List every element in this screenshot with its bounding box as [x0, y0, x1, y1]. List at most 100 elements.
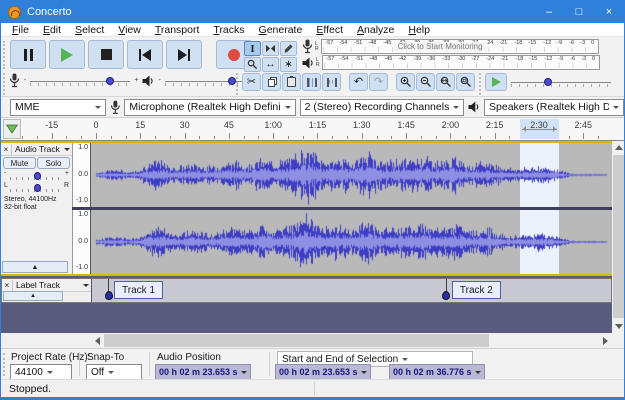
menu-edit[interactable]: Edit: [36, 24, 68, 36]
redo-button[interactable]: ↷: [369, 73, 388, 91]
zoom-tool-button[interactable]: [244, 57, 261, 72]
gain-thumb[interactable]: [34, 172, 41, 180]
collapse-track-button[interactable]: ▲: [2, 261, 68, 273]
monitoring-hint[interactable]: Click to Start Monitoring: [394, 42, 487, 51]
solo-button[interactable]: Solo: [37, 157, 70, 169]
zoom-out-button[interactable]: [416, 73, 435, 91]
playback-volume-thumb[interactable]: [228, 77, 236, 85]
selection-tool-button[interactable]: I: [244, 41, 261, 56]
playback-device-select[interactable]: Speakers (Realtek High Definiti: [484, 99, 624, 116]
mixer-toolbar-grip[interactable]: [3, 73, 6, 95]
recording-volume-slider[interactable]: [30, 75, 130, 87]
timeline-ruler[interactable]: -1501530451:001:151:301:452:002:152:302:…: [1, 118, 624, 141]
recording-volume-thumb[interactable]: [106, 77, 114, 85]
scroll-left-arrow[interactable]: [91, 333, 104, 348]
multi-tool-button[interactable]: ∗: [280, 57, 297, 72]
skip-to-end-button[interactable]: [166, 40, 202, 69]
zoom-in-button[interactable]: [396, 73, 415, 91]
envelope-tool-button[interactable]: [262, 41, 279, 56]
playback-volume-slider[interactable]: [165, 75, 253, 87]
paste-icon: [287, 77, 296, 87]
recording-meter-scale[interactable]: -57-54-51-48-45-42-39-36-33-30-27-24-21-…: [321, 39, 599, 54]
mute-button[interactable]: Mute: [3, 157, 36, 169]
selection-end-field[interactable]: 00 h 02 m 36.776 s: [389, 364, 485, 380]
recording-device-select[interactable]: Microphone (Realtek High Defini: [124, 99, 295, 116]
selection-toolbar-grip[interactable]: [3, 353, 6, 376]
audio-track-title[interactable]: Audio Track: [12, 144, 64, 154]
vertical-scrollbar[interactable]: [612, 141, 625, 333]
fit-selection-button[interactable]: [436, 73, 455, 91]
fit-project-button[interactable]: [456, 73, 475, 91]
audio-host-select[interactable]: MME: [10, 99, 106, 116]
menu-analyze[interactable]: Analyze: [350, 24, 401, 36]
copy-button[interactable]: [262, 73, 281, 91]
playback-speed-thumb[interactable]: [544, 78, 552, 86]
track-area[interactable]: × Audio Track Mute Solo - + L R: [1, 141, 612, 333]
label-text-box[interactable]: Track 2: [452, 281, 501, 299]
maximize-button[interactable]: □: [564, 1, 594, 23]
stop-button[interactable]: [88, 40, 124, 69]
playback-meter[interactable]: LR -57-54-51-48-45-42-39-36-33-30-27-24-…: [302, 55, 600, 70]
menu-view[interactable]: View: [111, 24, 148, 36]
close-track-button[interactable]: ×: [2, 280, 13, 291]
label-text-box[interactable]: Track 1: [114, 281, 163, 299]
pan-slider[interactable]: L R: [4, 182, 69, 194]
label-pin-icon[interactable]: [105, 291, 113, 300]
label-track-title[interactable]: Label Track: [13, 280, 83, 290]
label-track-content[interactable]: Track 1 Track 2: [91, 279, 611, 302]
playback-speed-slider[interactable]: [511, 76, 611, 88]
paste-button[interactable]: [282, 73, 301, 91]
selection-start-field[interactable]: 00 h 02 m 23.653 s: [275, 364, 371, 380]
track-menu-chevron-icon[interactable]: [64, 148, 70, 154]
cut-button[interactable]: ✂: [242, 73, 261, 91]
gain-min-label: -: [4, 170, 6, 177]
microphone-icon: [302, 39, 313, 54]
undo-button[interactable]: ↶: [349, 73, 368, 91]
menu-generate[interactable]: Generate: [252, 24, 310, 36]
play-at-speed-button[interactable]: [485, 73, 507, 91]
horizontal-scrollbar[interactable]: [91, 333, 612, 348]
pan-thumb[interactable]: [34, 184, 41, 192]
playspeed-toolbar-grip[interactable]: [479, 73, 482, 95]
collapse-track-button[interactable]: ▲: [3, 291, 63, 301]
ruler-tick-label: 2:00: [442, 120, 460, 130]
playback-meter-scale[interactable]: -57-54-51-48-45-42-39-36-33-30-27-24-21-…: [322, 55, 600, 70]
zoom-tool-icon: [247, 59, 258, 70]
gain-slider[interactable]: - +: [4, 170, 69, 182]
waveform-channel-left[interactable]: [91, 143, 612, 207]
scroll-up-arrow[interactable]: [612, 141, 625, 154]
close-button[interactable]: ×: [594, 1, 624, 23]
minimize-button[interactable]: –: [534, 1, 564, 23]
transport-toolbar-grip[interactable]: [3, 41, 6, 69]
menu-file[interactable]: File: [5, 24, 36, 36]
trim-audio-button[interactable]: [302, 73, 321, 91]
audio-position-field[interactable]: 00 h 02 m 23.653 s: [155, 364, 251, 380]
snap-to-select[interactable]: Off: [86, 364, 142, 380]
menu-help[interactable]: Help: [401, 24, 437, 36]
scroll-right-arrow[interactable]: [599, 333, 612, 348]
scroll-down-arrow[interactable]: [612, 320, 625, 333]
menu-effect[interactable]: Effect: [309, 24, 350, 36]
recording-meter[interactable]: LR -57-54-51-48-45-42-39-36-33-30-27-24-…: [302, 39, 599, 54]
draw-tool-button[interactable]: [280, 41, 297, 56]
vertical-scrollbar-thumb[interactable]: [613, 155, 625, 318]
pinned-play-head-button[interactable]: [3, 119, 21, 139]
waveform-channel-right[interactable]: [91, 210, 612, 274]
play-button[interactable]: [49, 40, 85, 69]
recording-channels-select[interactable]: 2 (Stereo) Recording Channels: [300, 99, 465, 116]
track-menu-chevron-icon[interactable]: [83, 284, 89, 290]
zoom-in-icon: [400, 76, 412, 88]
skip-to-start-button[interactable]: [127, 40, 163, 69]
menu-select[interactable]: Select: [68, 24, 111, 36]
horizontal-scrollbar-thumb[interactable]: [104, 334, 489, 347]
project-rate-select[interactable]: 44100: [10, 364, 72, 380]
ruler-tick-label: 1:15: [309, 120, 327, 130]
menu-transport[interactable]: Transport: [148, 24, 207, 36]
close-track-button[interactable]: ×: [1, 144, 12, 155]
label-pin-icon[interactable]: [442, 291, 450, 300]
time-shift-tool-button[interactable]: ↔: [262, 57, 279, 72]
pause-button[interactable]: [10, 40, 46, 69]
silence-audio-button[interactable]: [322, 73, 341, 91]
title-bar[interactable]: Concerto – □ ×: [1, 1, 624, 23]
menu-tracks[interactable]: Tracks: [206, 24, 251, 36]
